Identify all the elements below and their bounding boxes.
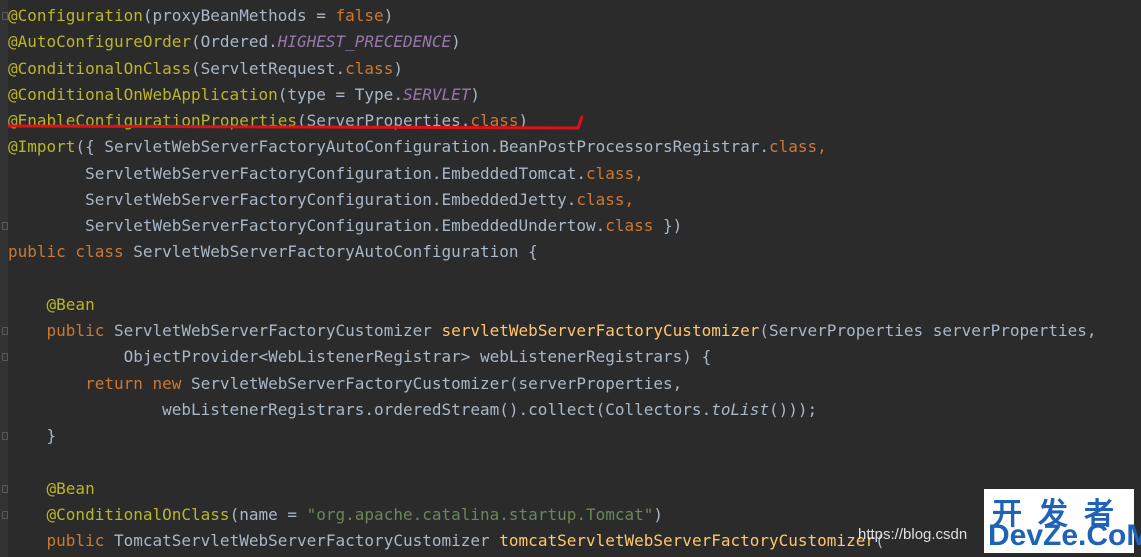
code-token: (Ordered. xyxy=(191,32,278,52)
code-line[interactable] xyxy=(8,266,1141,292)
code-token: @Bean xyxy=(46,294,95,314)
code-line[interactable]: public class ServletWebServerFactoryAuto… xyxy=(8,239,1141,265)
code-token: public xyxy=(46,321,114,340)
code-token: return new xyxy=(85,373,192,393)
code-token: ({ ServletWebServerFactoryAutoConfigurat… xyxy=(75,137,769,157)
fold-marker-icon[interactable] xyxy=(2,432,8,440)
site-logo: 开发者 DevZe.CoM xyxy=(984,489,1141,553)
code-line[interactable]: } xyxy=(2,423,1141,449)
code-token: class, xyxy=(769,137,827,157)
code-token: ) xyxy=(383,6,394,25)
code-token: (type = Type. xyxy=(277,84,403,104)
code-line[interactable]: @Import({ ServletWebServerFactoryAutoCon… xyxy=(8,134,1141,160)
code-token: ServletWebServerFactoryCustomizer xyxy=(113,321,442,340)
code-token: ServletWebServerFactoryConfiguration.Emb… xyxy=(8,189,577,209)
code-editor[interactable]: @Configuration(proxyBeanMethods = false)… xyxy=(2,3,1141,554)
code-token: ())); xyxy=(769,399,818,419)
code-token: ServletWebServerFactoryAutoConfiguration… xyxy=(133,242,538,262)
code-token: @ConditionalOnClass xyxy=(46,504,230,524)
code-line[interactable]: @Bean xyxy=(8,292,1141,318)
code-line[interactable]: @Configuration(proxyBeanMethods = false) xyxy=(2,3,1141,29)
code-token: ) xyxy=(518,111,529,130)
code-token: ServletWebServerFactoryConfiguration.Emb… xyxy=(8,216,606,235)
code-line[interactable]: @ConditionalOnWebApplication(type = Type… xyxy=(8,82,1141,108)
code-token: @EnableConfigurationProperties xyxy=(8,111,297,130)
code-token: ServletWebServerFactoryConfiguration.Emb… xyxy=(8,163,586,183)
code-token: false xyxy=(335,6,384,25)
code-token: @Import xyxy=(8,137,76,157)
code-line[interactable]: ObjectProvider<WebListenerRegistrar> web… xyxy=(2,344,1141,370)
code-token: ) xyxy=(653,504,664,524)
code-token: @Bean xyxy=(46,478,95,498)
fold-marker-icon[interactable] xyxy=(2,327,8,335)
code-token: SERVLET xyxy=(402,84,471,104)
code-token: @ConditionalOnWebApplication xyxy=(8,84,278,104)
fold-marker-icon[interactable] xyxy=(2,510,8,519)
code-token: @Configuration xyxy=(8,6,143,25)
code-line[interactable]: @ConditionalOnClass(ServletRequest.class… xyxy=(8,56,1141,82)
code-token: ) xyxy=(470,84,481,104)
code-token: "org.apache.catalina.startup.Tomcat" xyxy=(306,504,654,524)
code-token: }) xyxy=(653,216,683,235)
code-token: webListenerRegistrars.orderedStream().co… xyxy=(8,399,712,419)
code-line[interactable]: webListenerRegistrars.orderedStream().co… xyxy=(8,397,1141,423)
code-line[interactable]: @Bean xyxy=(2,476,1141,502)
fold-marker-icon[interactable] xyxy=(2,12,8,20)
code-token: TomcatServletWebServerFactoryCustomizer xyxy=(113,531,500,550)
code-line[interactable]: @ConditionalOnClass(name = "org.apache.c… xyxy=(2,502,1141,528)
fold-marker-icon[interactable] xyxy=(2,484,8,493)
code-token: public xyxy=(46,531,114,550)
code-token: ) xyxy=(393,58,403,78)
code-token: public class xyxy=(8,242,134,262)
code-token: HIGHEST_PRECEDENCE xyxy=(277,32,452,52)
code-token: (ServletRequest. xyxy=(191,58,346,78)
code-line[interactable]: ServletWebServerFactoryConfiguration.Emb… xyxy=(8,187,1141,213)
code-token: @AutoConfigureOrder xyxy=(8,32,192,52)
code-token: ObjectProvider<WebListenerRegistrar> web… xyxy=(8,347,712,367)
code-token: (ServerProperties serverProperties, xyxy=(759,321,1097,340)
code-token: (name = xyxy=(229,504,307,524)
code-token: ServletWebServerFactoryCustomizer(server… xyxy=(191,373,683,393)
code-line[interactable] xyxy=(8,449,1141,475)
code-token: class, xyxy=(585,163,644,183)
code-token: class xyxy=(605,216,654,235)
code-token: class xyxy=(470,111,519,130)
fold-marker-icon[interactable] xyxy=(2,353,8,362)
code-line[interactable]: ServletWebServerFactoryConfiguration.Emb… xyxy=(8,161,1141,187)
code-token: class xyxy=(345,58,394,78)
fold-marker-icon[interactable] xyxy=(2,222,8,230)
code-line[interactable]: @EnableConfigurationProperties(ServerPro… xyxy=(8,108,1141,134)
logo-english-text: DevZe.CoM xyxy=(988,519,1141,552)
code-token: @ConditionalOnClass xyxy=(8,58,192,78)
code-line[interactable]: public TomcatServletWebServerFactoryCust… xyxy=(8,528,1141,554)
code-token: (ServerProperties. xyxy=(296,111,471,130)
code-token: servletWebServerFactoryCustomizer xyxy=(441,321,760,340)
code-token: ) xyxy=(451,32,461,52)
code-token: tomcatServletWebServerFactoryCustomizer xyxy=(499,531,875,550)
code-line[interactable]: return new ServletWebServerFactoryCustom… xyxy=(8,371,1141,397)
code-line[interactable]: ServletWebServerFactoryConfiguration.Emb… xyxy=(2,213,1141,239)
code-line[interactable]: public ServletWebServerFactoryCustomizer… xyxy=(2,318,1141,344)
editor-gutter xyxy=(0,0,8,557)
code-token: class, xyxy=(576,189,635,209)
code-token: toList xyxy=(711,399,769,419)
code-token: (proxyBeanMethods = xyxy=(142,6,336,25)
code-line[interactable]: @AutoConfigureOrder(Ordered.HIGHEST_PREC… xyxy=(8,29,1141,55)
watermark-url: https://blog.csdn xyxy=(858,526,968,543)
code-token: } xyxy=(8,426,57,445)
